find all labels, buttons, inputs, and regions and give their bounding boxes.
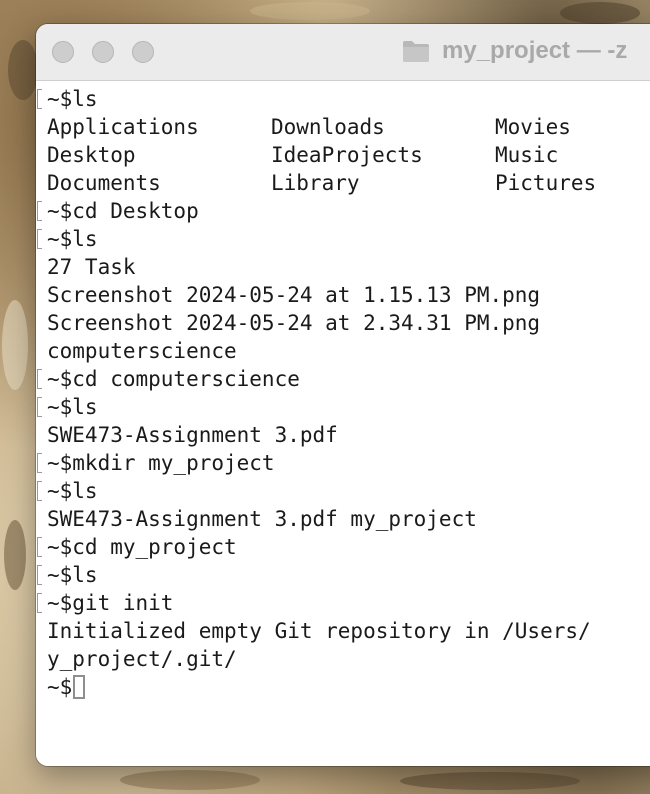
list-item: Movies: [495, 115, 571, 139]
output-line: Initialized empty Git repository in /Use…: [47, 619, 591, 643]
list-item: Documents: [47, 171, 161, 195]
prompt-mark: [37, 369, 42, 389]
prompt-line: ~$cd my_project: [36, 533, 650, 561]
current-prompt-line[interactable]: ~$: [36, 673, 650, 701]
terminal-window[interactable]: my_project — -z ~$ls Applications Downloa…: [36, 24, 650, 766]
list-item: Library: [271, 171, 360, 195]
prompt-mark: [37, 453, 42, 473]
current-prompt: ~$: [47, 675, 73, 699]
output-line: 27 Task: [47, 255, 136, 279]
output-line: Screenshot 2024-05-24 at 1.15.13 PM.png: [47, 283, 541, 307]
block-cursor: [73, 675, 86, 699]
prompt-mark: [37, 89, 42, 109]
prompt-mark: [37, 229, 42, 249]
close-button[interactable]: [52, 41, 74, 63]
list-item: Pictures: [495, 171, 597, 195]
prompt-mark: [37, 397, 42, 417]
prompt-line: ~$ls: [36, 393, 650, 421]
window-titlebar[interactable]: my_project — -z: [36, 24, 650, 81]
prompt-line: ~$ls: [36, 225, 650, 253]
minimize-button[interactable]: [92, 41, 114, 63]
output-line: SWE473-Assignment 3.pdf my_project: [47, 507, 477, 531]
prompt-line: ~$git init: [36, 589, 650, 617]
list-item: Music: [495, 143, 559, 167]
prompt-mark: [37, 537, 42, 557]
output-line: y_project/.git/: [47, 647, 237, 671]
prompt-line: ~$cd Desktop: [36, 197, 650, 225]
terminal-output[interactable]: ~$ls Applications Downloads Movies Desktop…: [36, 81, 650, 766]
zoom-button[interactable]: [132, 41, 154, 63]
prompt-line: ~$ls: [36, 477, 650, 505]
output-line: computerscience: [47, 339, 237, 363]
prompt-mark: [37, 201, 42, 221]
list-item: IdeaProjects: [271, 143, 423, 167]
list-item: Downloads: [271, 115, 385, 139]
folder-icon: [403, 41, 429, 62]
list-item: Desktop: [47, 143, 136, 167]
prompt-line: ~$mkdir my_project: [36, 449, 650, 477]
prompt-line: ~$ls: [36, 561, 650, 589]
ls-row: Desktop IdeaProjects Music: [36, 141, 650, 169]
window-title: my_project — -z: [442, 37, 628, 64]
output-line: SWE473-Assignment 3.pdf: [47, 423, 338, 447]
output-line: Screenshot 2024-05-24 at 2.34.31 PM.png: [47, 311, 541, 335]
prompt-mark: [37, 565, 42, 585]
prompt-mark: [37, 481, 42, 501]
prompt-line: ~$ls: [36, 85, 650, 113]
list-item: Applications: [47, 115, 199, 139]
ls-row: Documents Library Pictures: [36, 169, 650, 197]
prompt-line: ~$cd computerscience: [36, 365, 650, 393]
prompt-mark: [37, 593, 42, 613]
ls-row: Applications Downloads Movies: [36, 113, 650, 141]
